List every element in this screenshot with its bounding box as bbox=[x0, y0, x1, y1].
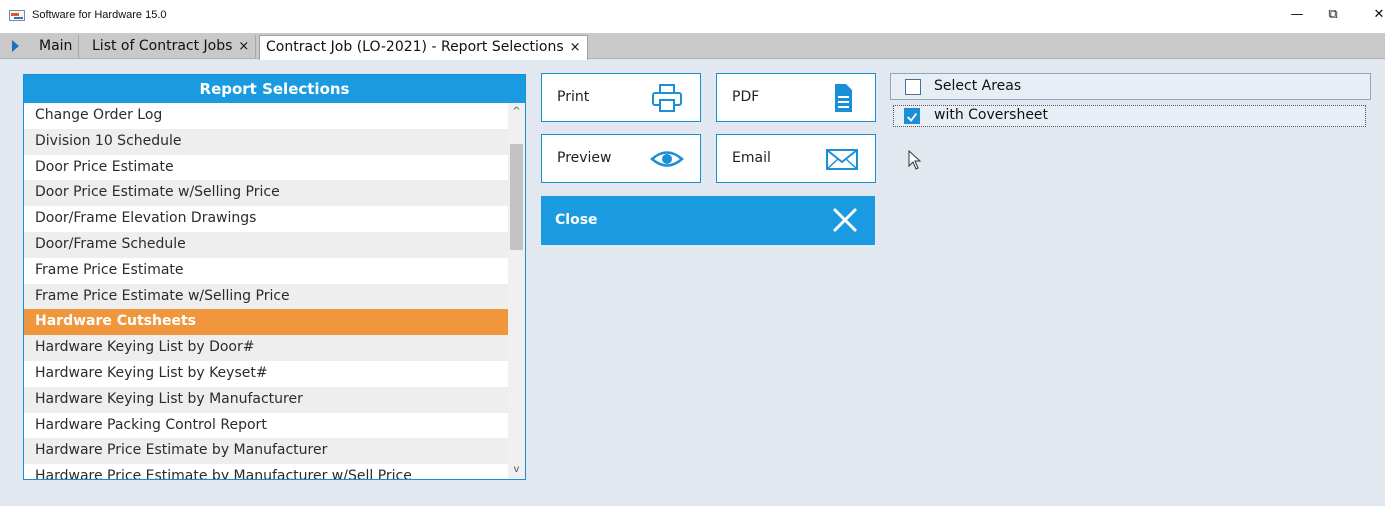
scroll-down-icon[interactable]: v bbox=[508, 461, 525, 479]
scroll-thumb[interactable] bbox=[510, 144, 523, 250]
eye-icon bbox=[650, 151, 684, 167]
list-item[interactable]: Hardware Keying List by Keyset# bbox=[24, 361, 508, 387]
report-selections-header: Report Selections bbox=[24, 75, 525, 103]
pdf-button[interactable]: PDF bbox=[716, 73, 876, 122]
email-button-label: Email bbox=[732, 150, 771, 166]
tab-label: Main bbox=[39, 38, 73, 54]
close-button-label: Close bbox=[555, 212, 598, 228]
list-item[interactable]: Frame Price Estimate w/Selling Price bbox=[24, 283, 508, 310]
report-list[interactable]: Change Order Log Division 10 Schedule Do… bbox=[24, 103, 508, 479]
app-logo-icon bbox=[9, 10, 25, 21]
close-window-button[interactable]: ✕ bbox=[1364, 4, 1385, 26]
close-button[interactable]: Close bbox=[541, 196, 875, 245]
tab-strip: Main List of Contract Jobs × Contract Job… bbox=[0, 33, 1385, 60]
tab-label: List of Contract Jobs bbox=[92, 38, 233, 54]
checkmark-icon bbox=[907, 112, 918, 122]
with-coversheet-label: with Coversheet bbox=[934, 107, 1049, 123]
scroll-up-icon[interactable]: ^ bbox=[508, 103, 525, 121]
list-item[interactable]: Hardware Price Estimate by Manufacturer bbox=[24, 438, 508, 465]
email-button[interactable]: Email bbox=[716, 134, 876, 183]
tab-close-icon[interactable]: × bbox=[238, 39, 249, 54]
list-item[interactable]: Frame Price Estimate bbox=[24, 258, 508, 284]
list-item-selected[interactable]: Hardware Cutsheets bbox=[24, 309, 508, 336]
tab-list-of-contract-jobs[interactable]: List of Contract Jobs × bbox=[86, 35, 257, 59]
list-item[interactable]: Hardware Packing Control Report bbox=[24, 413, 508, 439]
list-item[interactable]: Door Price Estimate bbox=[24, 155, 508, 181]
report-selections-panel: Report Selections Change Order Log Divis… bbox=[23, 74, 526, 480]
restore-button[interactable]: ⧉ bbox=[1318, 4, 1348, 26]
select-areas-option[interactable]: Select Areas bbox=[890, 73, 1371, 100]
document-icon bbox=[835, 84, 852, 112]
tab-label: Contract Job (LO-2021) - Report Selectio… bbox=[266, 39, 564, 55]
select-areas-checkbox[interactable] bbox=[905, 79, 921, 95]
list-item[interactable]: Door/Frame Schedule bbox=[24, 231, 508, 258]
list-item[interactable]: Door Price Estimate w/Selling Price bbox=[24, 180, 508, 207]
window-title: Software for Hardware 15.0 bbox=[32, 9, 167, 21]
printer-icon bbox=[652, 84, 682, 112]
pdf-button-label: PDF bbox=[732, 89, 760, 105]
with-coversheet-option[interactable]: with Coversheet bbox=[893, 105, 1366, 127]
title-bar: Software for Hardware 15.0 — ⧉ ✕ bbox=[0, 0, 1385, 33]
mouse-pointer-icon bbox=[908, 150, 922, 170]
list-item[interactable]: Hardware Keying List by Manufacturer bbox=[24, 386, 508, 413]
tab-report-selections[interactable]: Contract Job (LO-2021) - Report Selectio… bbox=[259, 35, 588, 60]
list-item[interactable]: Change Order Log bbox=[24, 103, 508, 129]
list-item[interactable]: Division 10 Schedule bbox=[24, 128, 508, 155]
select-areas-label: Select Areas bbox=[934, 78, 1022, 94]
report-list-scrollbar[interactable]: ^ v bbox=[508, 103, 525, 479]
tab-nav-arrow-icon[interactable] bbox=[6, 38, 26, 55]
preview-button[interactable]: Preview bbox=[541, 134, 701, 183]
close-icon bbox=[832, 207, 858, 233]
list-item[interactable]: Hardware Keying List by Door# bbox=[24, 335, 508, 361]
tab-main[interactable]: Main bbox=[33, 35, 80, 59]
print-button[interactable]: Print bbox=[541, 73, 701, 122]
with-coversheet-checkbox[interactable] bbox=[904, 108, 920, 124]
tab-close-icon[interactable]: × bbox=[570, 40, 581, 55]
minimize-button[interactable]: — bbox=[1282, 4, 1312, 26]
list-item[interactable]: Hardware Price Estimate by Manufacturer … bbox=[24, 464, 508, 479]
list-item[interactable]: Door/Frame Elevation Drawings bbox=[24, 206, 508, 232]
envelope-icon bbox=[826, 149, 858, 170]
print-button-label: Print bbox=[557, 89, 590, 105]
preview-button-label: Preview bbox=[557, 150, 612, 166]
